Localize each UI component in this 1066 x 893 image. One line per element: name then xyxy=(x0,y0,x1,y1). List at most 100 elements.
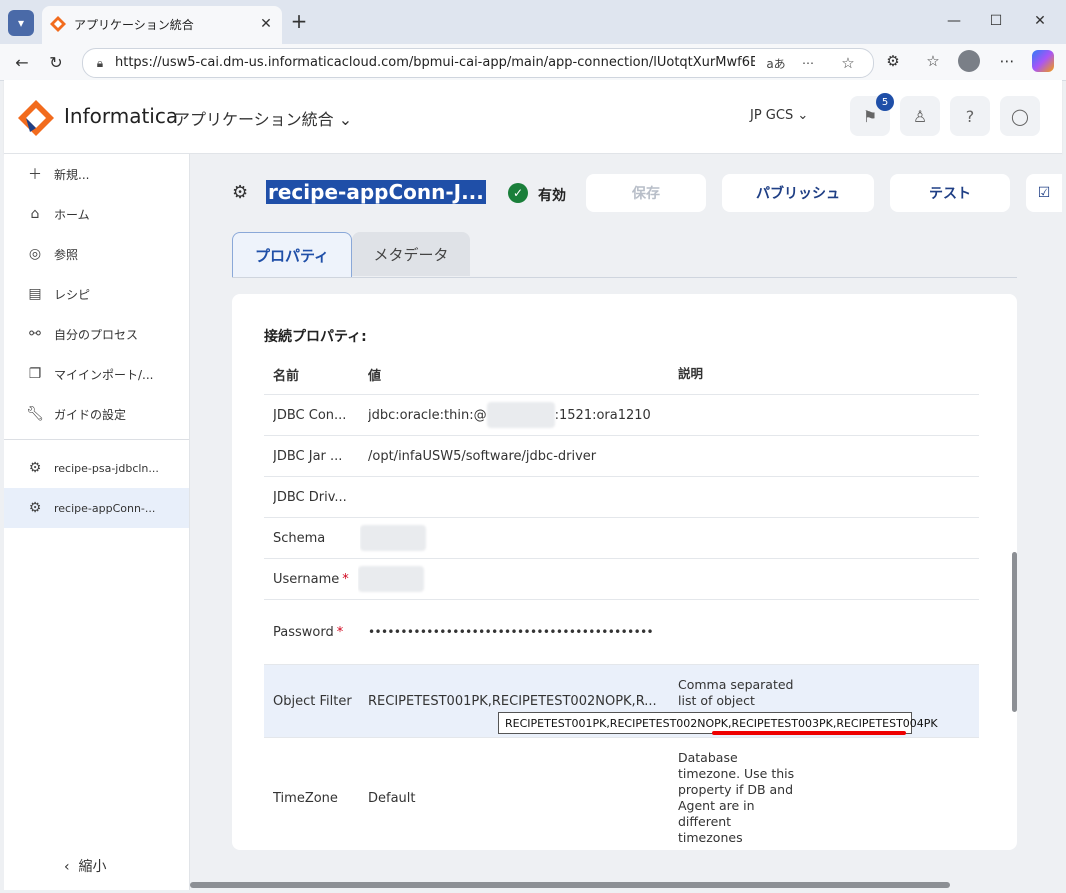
table-row[interactable]: JDBC Jar ... /opt/infaUSW5/software/jdbc… xyxy=(264,436,979,477)
window-close-button[interactable]: ✕ xyxy=(1020,8,1060,34)
new-tab-button[interactable]: + xyxy=(288,9,310,33)
profile-avatar[interactable] xyxy=(958,50,980,72)
sidebar-item-label: レシピ xyxy=(54,287,91,302)
row-name: TimeZone xyxy=(273,790,338,806)
row-name: JDBC Driv... xyxy=(273,489,347,505)
help-button[interactable]: ? xyxy=(950,96,990,136)
app-switcher[interactable]: アプリケーション統合 ⌄ xyxy=(174,106,352,130)
row-value[interactable] xyxy=(368,477,668,517)
table-row[interactable]: JDBC Con... jdbc:oracle:thin:@ :1521:ora1… xyxy=(264,395,979,436)
address-bar[interactable]: 🔒︎ https://usw5-cai.dm-us.informaticaclo… xyxy=(82,48,874,78)
maximize-button[interactable]: ☐ xyxy=(976,8,1016,34)
required-marker: * xyxy=(342,571,349,587)
column-header-description: 説明 xyxy=(678,366,704,381)
row-description: Database timezone. Use this property if … xyxy=(678,750,795,845)
sidebar-item-label: ホーム xyxy=(54,207,90,222)
gears-icon: ⚙︎ xyxy=(28,500,42,516)
more-menu-icon[interactable]: ⋯ xyxy=(996,50,1018,72)
collapse-sidebar-button[interactable]: ‹ 縮小 xyxy=(64,856,107,876)
chat-bubble-icon: ◯ xyxy=(1011,106,1029,126)
table-header: 名前 値 説明 xyxy=(264,354,979,395)
sidebar-item-my-imports[interactable]: ❐ マイインポート/... xyxy=(4,354,189,394)
password-value[interactable]: ••••••••••••••••••••••••••••••••••••••••… xyxy=(368,600,668,664)
sidebar-item-label: recipe-psa-jdbcln... xyxy=(54,461,159,475)
sidebar: ＋ 新規... ⌂ ホーム ◎ 参照 ▤ レシピ ⚯ 自分のプロセス ❐ マイインポート/.… xyxy=(4,154,190,890)
page-title[interactable]: recipe-appConn-J... xyxy=(266,180,486,204)
recipe-icon: ▤ xyxy=(28,286,42,302)
more-options-icon[interactable]: ⋯ xyxy=(799,54,817,72)
vertical-scrollbar[interactable] xyxy=(1012,552,1017,712)
back-arrow-icon[interactable]: ← xyxy=(10,50,34,74)
column-header-value: 値 xyxy=(368,368,382,384)
row-name-text: Password xyxy=(273,624,334,640)
url-text[interactable]: https://usw5-cai.dm-us.informaticacloud.… xyxy=(115,55,755,70)
extensions-icon[interactable]: ⚙︎ xyxy=(882,50,904,72)
flag-icon: ⚑ xyxy=(862,106,878,126)
table-row[interactable]: Username * xyxy=(264,559,979,600)
row-description xyxy=(678,477,798,517)
row-name: Object Filter xyxy=(273,693,352,709)
sidebar-item-new[interactable]: ＋ 新規... xyxy=(4,154,189,194)
sidebar-item-my-processes[interactable]: ⚯ 自分のプロセス xyxy=(4,314,189,354)
validate-button[interactable]: ☑ xyxy=(1026,174,1062,212)
required-marker: * xyxy=(336,624,344,640)
save-button[interactable]: 保存 xyxy=(586,174,706,212)
publish-button[interactable]: パブリッシュ xyxy=(722,174,874,212)
tab-metadata[interactable]: メタデータ xyxy=(352,232,470,276)
tab-properties[interactable]: プロパティ xyxy=(232,232,352,277)
home-icon: ⌂ xyxy=(30,206,40,222)
row-description xyxy=(678,436,798,476)
column-header-name: 名前 xyxy=(273,368,300,384)
favorite-star-icon[interactable]: ☆ xyxy=(839,54,857,72)
checkbox-icon: ☑ xyxy=(1037,185,1051,201)
horizontal-scrollbar[interactable] xyxy=(190,882,950,888)
compass-icon: ◎ xyxy=(28,246,42,262)
lock-icon[interactable]: 🔒︎ xyxy=(91,54,109,72)
app-name-label: アプリケーション統合 xyxy=(174,110,334,129)
row-value[interactable] xyxy=(360,518,660,558)
value-prefix: jdbc:oracle:thin:@ xyxy=(368,407,487,423)
test-button[interactable]: テスト xyxy=(890,174,1010,212)
sidebar-divider xyxy=(4,439,189,440)
reload-icon[interactable]: ↻ xyxy=(44,50,68,74)
gears-icon: ⚙︎ xyxy=(28,460,42,476)
tab-actions-menu[interactable]: ▾ xyxy=(8,10,34,36)
sidebar-item-recipes[interactable]: ▤ レシピ xyxy=(4,274,189,314)
row-value[interactable]: Default xyxy=(368,738,668,850)
properties-card: 接続プロパティ: 名前 値 説明 JDBC Con... jdbc:oracle… xyxy=(232,294,1017,850)
redacted-host xyxy=(486,402,555,428)
row-description xyxy=(678,600,798,664)
copilot-icon[interactable] xyxy=(1032,50,1054,72)
sidebar-recent-item-active[interactable]: ⚙︎ recipe-appConn-... xyxy=(4,488,189,528)
table-row[interactable]: TimeZone Default Database timezone. Use … xyxy=(264,738,979,850)
favorites-icon[interactable]: ☆ xyxy=(922,50,944,72)
sidebar-recent-item[interactable]: ⚙︎ recipe-psa-jdbcln... xyxy=(4,448,189,488)
row-value[interactable] xyxy=(358,559,658,599)
row-name-text: Username xyxy=(273,571,340,587)
sidebar-item-home[interactable]: ⌂ ホーム xyxy=(4,194,189,234)
read-aloud-icon[interactable]: aあ xyxy=(765,54,787,72)
tab-title: アプリケーション統合 xyxy=(74,18,194,32)
minimize-button[interactable]: — xyxy=(934,8,974,34)
browser-tab[interactable]: アプリケーション統合 ✕ xyxy=(42,6,282,44)
row-value[interactable]: jdbc:oracle:thin:@ :1521:ora1210 xyxy=(368,395,668,435)
notification-badge: 5 xyxy=(876,93,894,111)
browser-toolbar: ← ↻ 🔒︎ https://usw5-cai.dm-us.informatic… xyxy=(0,44,1066,81)
close-icon[interactable]: ✕ xyxy=(256,14,276,34)
org-switcher[interactable]: JP GCS ⌄ xyxy=(750,108,808,123)
row-name: JDBC Con... xyxy=(273,407,347,423)
value-suffix: :1521:ora1210 xyxy=(554,407,651,423)
sidebar-item-explore[interactable]: ◎ 参照 xyxy=(4,234,189,274)
property-tabs: プロパティ メタデータ xyxy=(232,232,1017,278)
sidebar-item-label: 新規... xyxy=(54,167,90,182)
sidebar-item-guide-settings[interactable]: 🔧︎ ガイドの設定 xyxy=(4,394,189,434)
plus-icon: ＋ xyxy=(28,167,42,183)
help-icon: ? xyxy=(965,106,975,126)
org-label: JP GCS xyxy=(750,108,794,123)
chat-button[interactable]: ◯ xyxy=(1000,96,1040,136)
table-row[interactable]: JDBC Driv... xyxy=(264,477,979,518)
row-value[interactable]: /opt/infaUSW5/software/jdbc-driver xyxy=(368,436,668,476)
table-row[interactable]: Schema xyxy=(264,518,979,559)
user-profile-button[interactable]: ♙ xyxy=(900,96,940,136)
table-row[interactable]: Password * ••••••••••••••••••••••••••••••… xyxy=(264,600,979,665)
